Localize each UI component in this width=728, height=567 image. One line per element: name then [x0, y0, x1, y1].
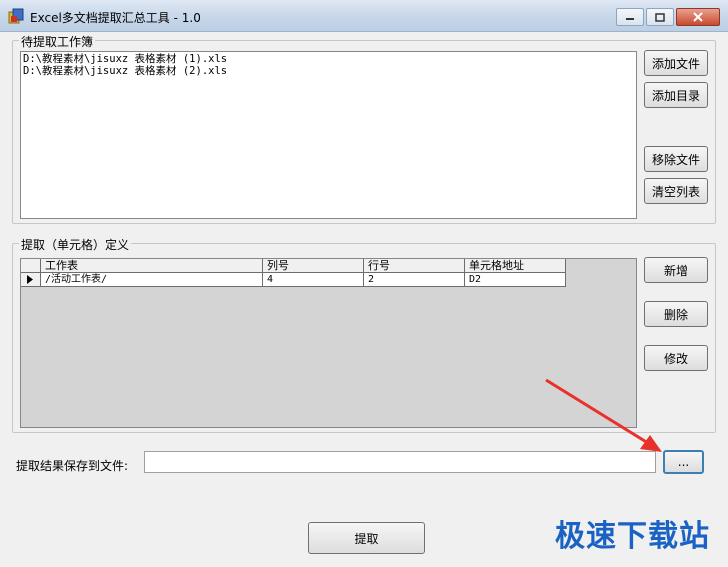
- extract-button[interactable]: 提取: [308, 522, 425, 554]
- workbook-file-list[interactable]: D:\教程素材\jisuxz 表格素材 (1).xls D:\教程素材\jisu…: [20, 51, 637, 219]
- list-item[interactable]: D:\教程素材\jisuxz 表格素材 (2).xls: [23, 65, 634, 77]
- current-row-arrow-icon: [27, 275, 33, 284]
- maximize-icon: [655, 12, 665, 22]
- edit-definition-button[interactable]: 修改: [644, 345, 708, 371]
- title-bar: Excel多文档提取汇总工具 - 1.0: [0, 0, 728, 32]
- column-header-address[interactable]: 单元格地址: [465, 259, 566, 273]
- app-icon: [8, 8, 24, 24]
- workbooks-group-label: 待提取工作簿: [19, 33, 96, 50]
- add-file-button[interactable]: 添加文件: [644, 50, 708, 76]
- table-cell-row[interactable]: 2: [364, 273, 465, 287]
- row-selector[interactable]: [21, 273, 41, 287]
- column-header-row[interactable]: 行号: [364, 259, 465, 273]
- column-header-col[interactable]: 列号: [263, 259, 364, 273]
- maximize-button[interactable]: [646, 8, 674, 26]
- cells-grid[interactable]: 工作表 列号 行号 单元格地址 /活动工作表/ 4 2 D2: [20, 258, 637, 428]
- row-header-corner: [21, 259, 41, 273]
- output-file-label: 提取结果保存到文件:: [16, 459, 129, 473]
- output-file-field[interactable]: [144, 451, 656, 473]
- add-directory-button[interactable]: 添加目录: [644, 82, 708, 108]
- close-icon: [693, 12, 703, 22]
- watermark-logo: 极速下载站: [555, 519, 710, 554]
- table-cell-address[interactable]: D2: [465, 273, 566, 287]
- cells-group-label: 提取（单元格）定义: [19, 236, 132, 253]
- minimize-button[interactable]: [616, 8, 644, 26]
- grid-header-row: 工作表 列号 行号 单元格地址: [21, 259, 566, 273]
- remove-file-button[interactable]: 移除文件: [644, 146, 708, 172]
- delete-definition-button[interactable]: 删除: [644, 301, 708, 327]
- close-button[interactable]: [676, 8, 720, 26]
- list-item[interactable]: D:\教程素材\jisuxz 表格素材 (1).xls: [23, 53, 634, 65]
- add-definition-button[interactable]: 新增: [644, 257, 708, 283]
- minimize-icon: [626, 18, 634, 20]
- column-header-sheet[interactable]: 工作表: [41, 259, 263, 273]
- table-row[interactable]: /活动工作表/ 4 2 D2: [21, 273, 566, 287]
- table-cell-sheet[interactable]: /活动工作表/: [41, 273, 263, 287]
- clear-list-button[interactable]: 清空列表: [644, 178, 708, 204]
- window-title: Excel多文档提取汇总工具 - 1.0: [30, 11, 201, 25]
- browse-button[interactable]: ...: [663, 450, 704, 474]
- table-cell-col[interactable]: 4: [263, 273, 364, 287]
